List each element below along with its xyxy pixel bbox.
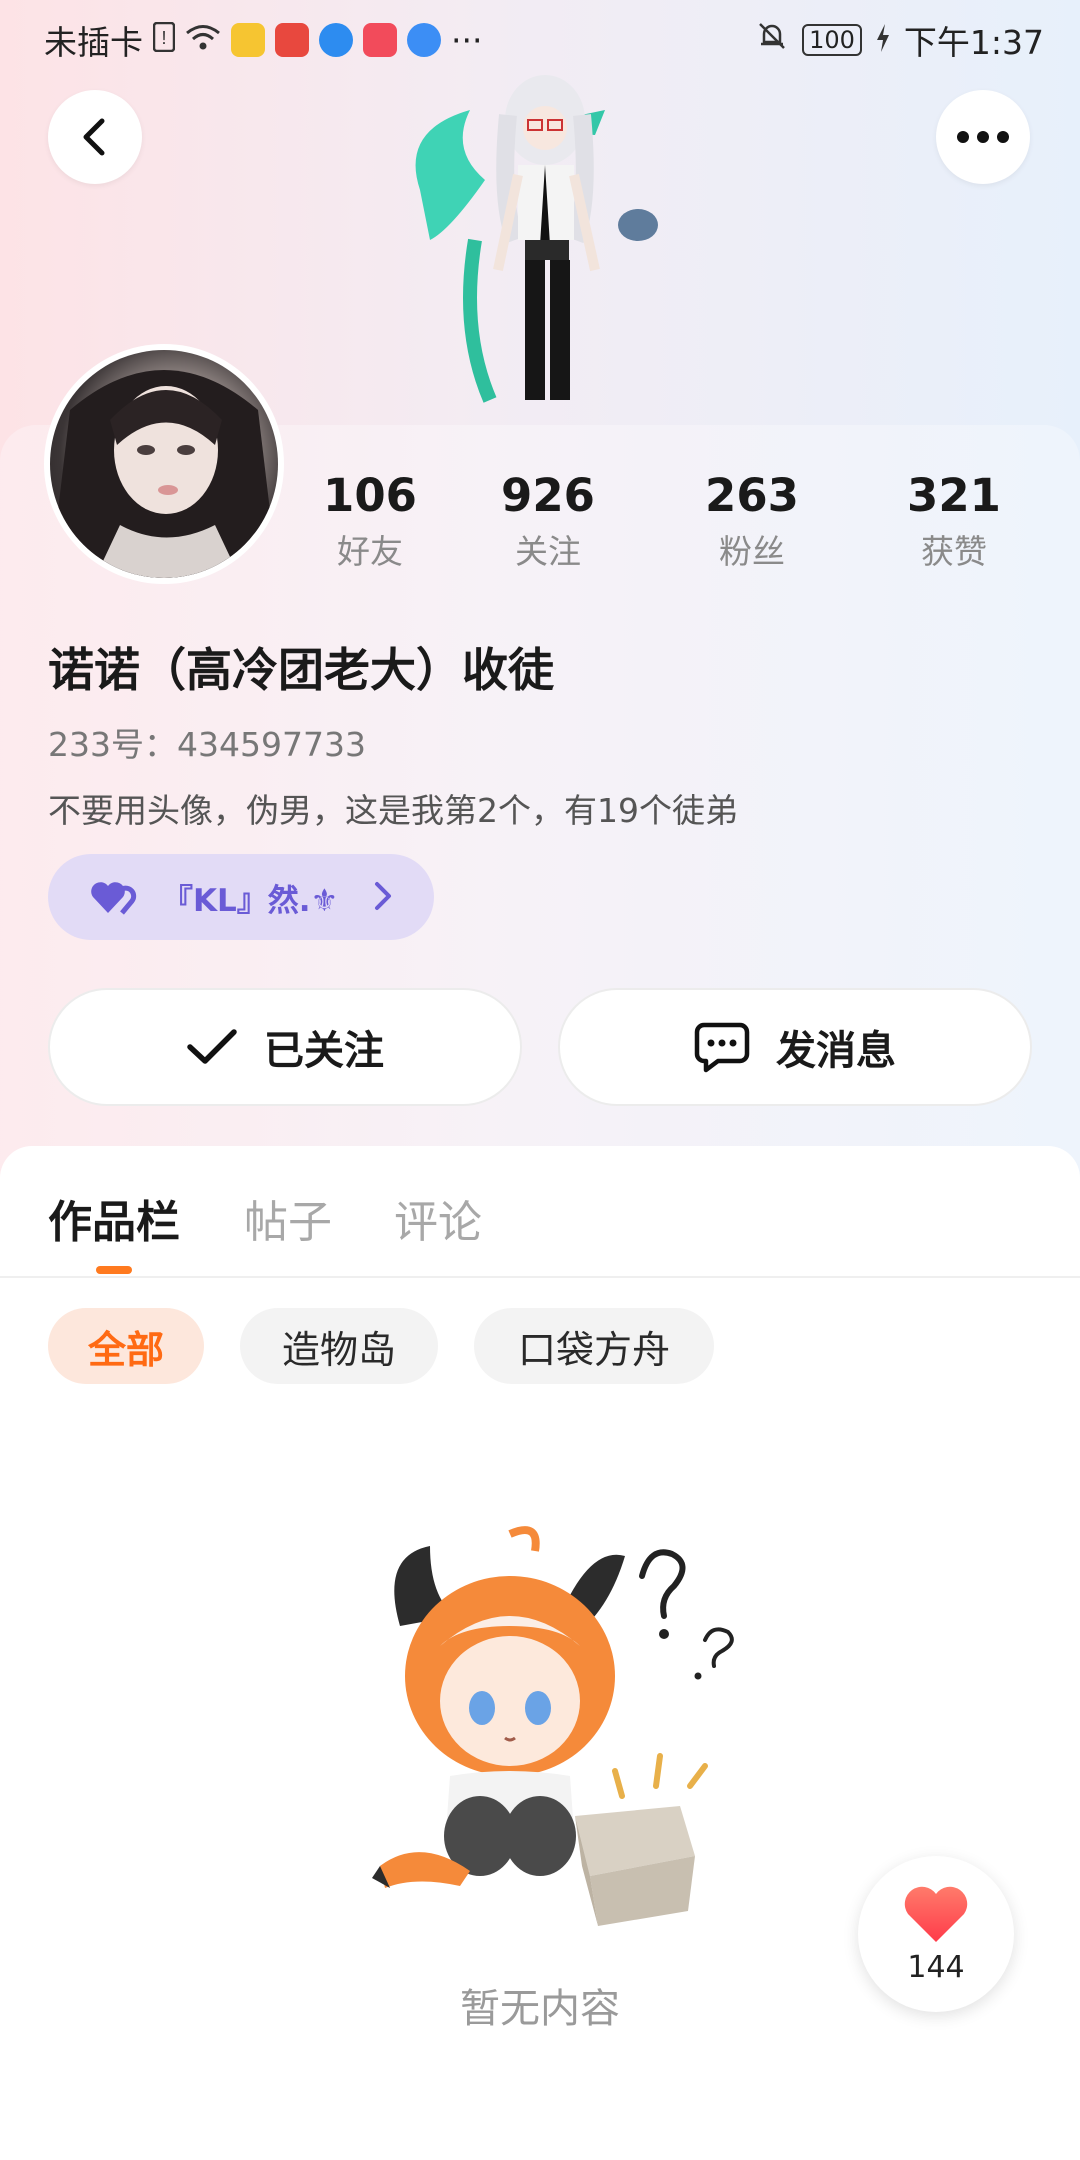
svg-text:!: !: [161, 28, 166, 48]
notes-app-icon: [231, 23, 265, 57]
mute-bell-icon: [756, 20, 788, 60]
sim-icon: !: [152, 21, 176, 60]
content-tabs: 作品栏 帖子 评论: [0, 1146, 1080, 1278]
followed-button-label: 已关注: [264, 1028, 384, 1074]
compass-app-icon: [407, 23, 441, 57]
message-button[interactable]: 发消息: [558, 988, 1032, 1106]
tab-works[interactable]: 作品栏: [48, 1186, 180, 1250]
filter-pocket-ark[interactable]: 口袋方舟: [474, 1308, 714, 1384]
profile-name: 诺诺（高冷团老大）收徒: [48, 643, 554, 697]
profile-id: 233号：434597733: [48, 725, 366, 764]
like-button[interactable]: 144: [858, 1856, 1014, 2012]
check-icon: [187, 1029, 237, 1064]
game-character-image: [415, 75, 658, 403]
stat-value: 321: [907, 469, 1001, 522]
like-count: 144: [907, 1949, 965, 1985]
message-button-label: 发消息: [776, 1028, 896, 1074]
stat-label: 获赞: [921, 532, 987, 571]
huawei-app-icon: [275, 23, 309, 57]
guild-tag[interactable]: 『KL』然.⚜: [48, 854, 434, 940]
chevron-left-icon: [83, 118, 105, 156]
back-button[interactable]: [48, 90, 142, 184]
chat-bubble-icon: [694, 1022, 750, 1073]
stat-following[interactable]: 926 关注: [468, 470, 628, 572]
heart-icon: [904, 1886, 968, 1942]
more-dots-icon: [957, 131, 1009, 143]
carrier-text: 未插卡: [44, 23, 143, 62]
battery-indicator: 100: [802, 24, 862, 56]
more-notifications-icon: ···: [451, 20, 483, 60]
clock-time: 下午1:37: [903, 23, 1044, 62]
filter-all[interactable]: 全部: [48, 1308, 204, 1384]
tab-posts[interactable]: 帖子: [244, 1186, 332, 1250]
followed-button[interactable]: 已关注: [48, 988, 522, 1106]
profile-stats: 106 好友 926 关注 263 粉丝 321 获赞: [290, 470, 1050, 580]
empty-state-illustration: [372, 1526, 734, 1926]
browser-app-icon: [319, 23, 353, 57]
stat-friends[interactable]: 106 好友: [290, 470, 450, 572]
chevron-right-icon: [375, 882, 391, 910]
stat-label: 好友: [337, 532, 403, 571]
stat-label: 关注: [515, 532, 581, 571]
tab-comments[interactable]: 评论: [394, 1186, 482, 1250]
stat-label: 粉丝: [719, 532, 785, 571]
filter-creation-island[interactable]: 造物岛: [240, 1308, 438, 1384]
avatar[interactable]: [44, 344, 284, 584]
charging-icon: [876, 21, 890, 60]
active-tab-indicator: [96, 1266, 132, 1274]
status-bar: 未插卡 ! ··· 100 下午1:37: [0, 0, 1080, 72]
music-app-icon: [363, 23, 397, 57]
more-options-button[interactable]: [936, 90, 1030, 184]
wifi-icon: [185, 21, 221, 60]
profile-bio: 不要用头像，伪男，这是我第2个，有19个徒弟: [48, 791, 738, 830]
stat-value: 106: [323, 469, 417, 522]
heart-pair-icon: [91, 882, 137, 915]
guild-tag-label: 『KL』然.⚜: [162, 882, 339, 919]
avatar-photo: [50, 350, 278, 578]
stat-followers[interactable]: 263 粉丝: [672, 470, 832, 572]
stat-value: 263: [705, 469, 799, 522]
stat-value: 926: [501, 469, 595, 522]
stat-likes[interactable]: 321 获赞: [874, 470, 1034, 572]
